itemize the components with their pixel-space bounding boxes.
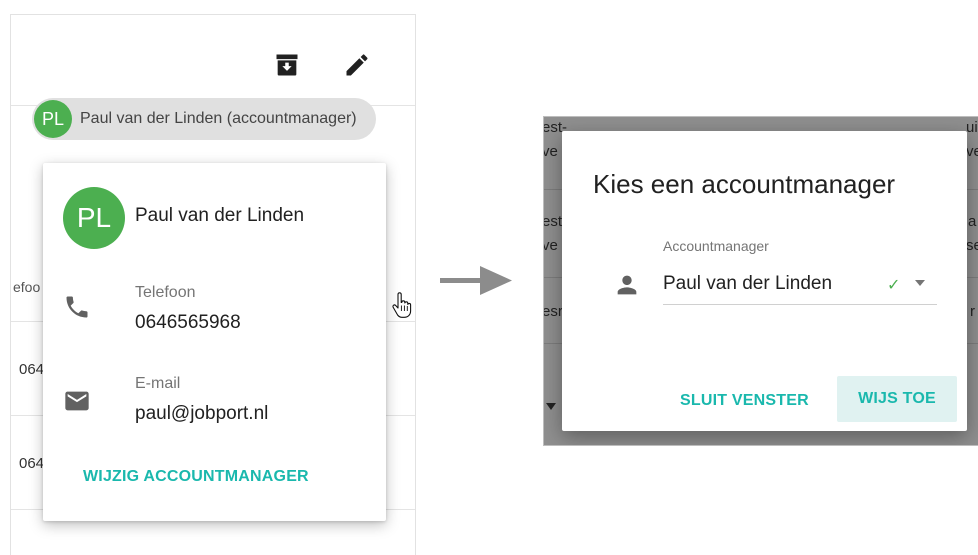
arrow-right-icon [440, 266, 512, 295]
archive-icon[interactable] [273, 51, 301, 79]
phone-label: Telefoon [135, 284, 196, 301]
close-dialog-button[interactable]: SLUIT VENSTER [670, 379, 819, 423]
background-text: est [543, 213, 563, 230]
chip-label: Paul van der Linden (accountmanager) [80, 110, 357, 127]
choose-accountmanager-dialog: Kies een accountmanager Accountmanager P… [562, 131, 967, 431]
hand-cursor-icon [392, 292, 412, 318]
person-icon [617, 275, 637, 295]
email-label: E-mail [135, 375, 181, 392]
email-value: paul@jobport.nl [135, 403, 269, 424]
caret-down-icon [546, 403, 556, 410]
background-text: ve [966, 143, 978, 160]
table-cell: 064 [19, 361, 45, 378]
background-text: esr [543, 303, 563, 320]
avatar: PL [34, 100, 72, 138]
mail-icon [65, 391, 89, 411]
background-text: r [970, 303, 975, 320]
select-value: Paul van der Linden [663, 273, 833, 294]
background-text: a [968, 213, 977, 230]
accountmanager-popover: PL Paul van der Linden Telefoon 06465659… [43, 163, 386, 521]
dropdown-caret-icon[interactable] [914, 277, 926, 289]
background-text: se [966, 237, 978, 254]
accountmanager-chip[interactable]: PL Paul van der Linden (accountmanager) [32, 98, 376, 140]
phone-value: 0646565968 [135, 312, 241, 333]
edit-icon[interactable] [343, 51, 371, 79]
table-cell: 064 [19, 455, 45, 472]
background-text: ve [543, 237, 558, 254]
background-text: ve [543, 143, 558, 160]
contact-name: Paul van der Linden [135, 205, 305, 226]
field-label: Accountmanager [663, 238, 769, 254]
column-header: efoo [13, 279, 41, 295]
phone-icon [66, 296, 88, 318]
dialog-title: Kies een accountmanager [593, 169, 896, 199]
assign-dialog-screen: est- ve ui ve est ve a se esr r Kies een… [543, 116, 978, 446]
select-underline [663, 304, 937, 305]
check-icon: ✓ [887, 277, 901, 294]
assign-button[interactable]: WIJS TOE [837, 376, 957, 422]
change-accountmanager-button[interactable]: WIJZIG ACCOUNTMANAGER [83, 468, 309, 486]
background-text: ui [966, 119, 978, 136]
avatar: PL [63, 187, 125, 249]
